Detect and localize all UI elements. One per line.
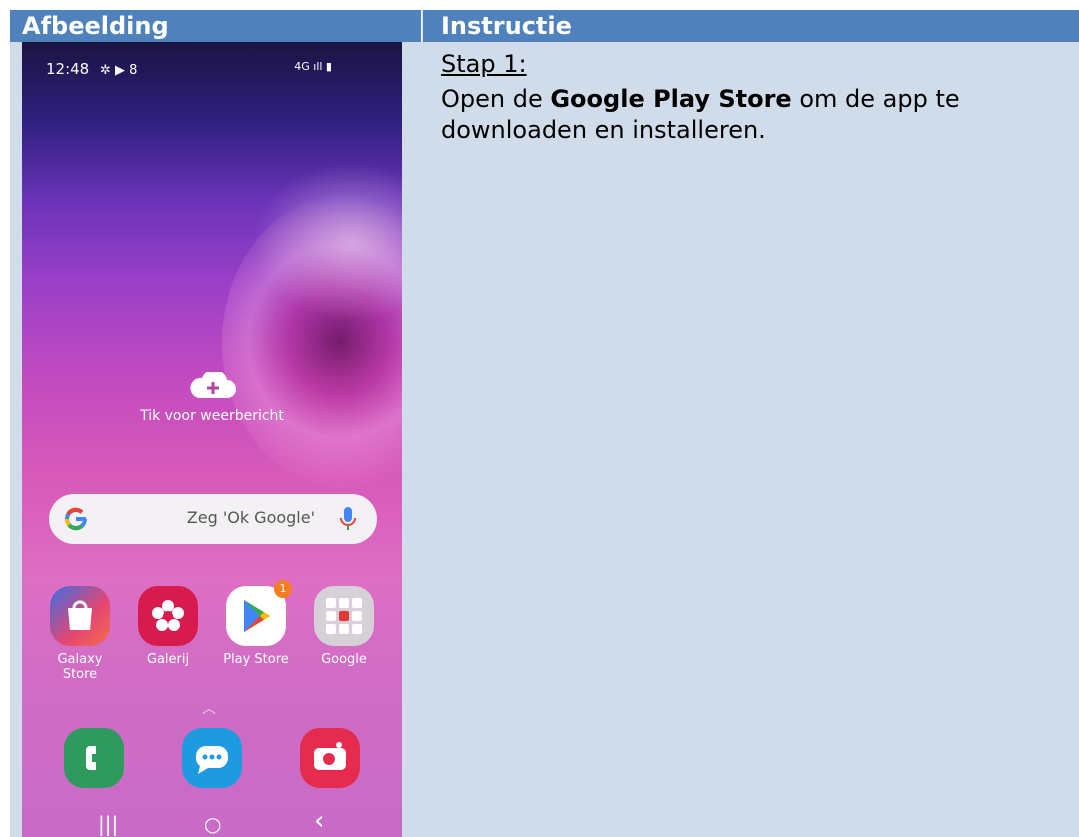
phone-screenshot: 12:48 ✲ ▶ 8 4G ıll ▮ Tik voor weerberich… xyxy=(22,42,402,837)
google-g-icon xyxy=(65,507,87,531)
app-label: Galaxy Store xyxy=(57,652,103,682)
notification-badge: 1 xyxy=(274,580,292,598)
messages-icon[interactable] xyxy=(182,728,242,788)
status-bar-left: 12:48 ✲ ▶ 8 xyxy=(46,60,137,78)
instruction-text: Open de Google Play Store om de app te d… xyxy=(441,84,1041,146)
nav-home-button[interactable]: ○ xyxy=(204,812,221,836)
status-icons-left: ✲ ▶ 8 xyxy=(100,63,138,78)
camera-icon[interactable] xyxy=(300,728,360,788)
galaxy-store-icon xyxy=(50,586,110,646)
gallery-icon xyxy=(138,586,198,646)
search-hint: Zeg 'Ok Google' xyxy=(186,508,315,527)
app-label: Google xyxy=(321,652,367,667)
status-time: 12:48 xyxy=(46,60,90,78)
app-google-folder[interactable]: Google xyxy=(304,586,384,667)
play-store-icon: 1 xyxy=(226,580,292,646)
nav-back-button[interactable]: ‹ xyxy=(314,806,324,836)
header-instruction: Instructie xyxy=(423,10,1079,42)
weather-label: Tik voor weerbericht xyxy=(140,408,284,424)
nav-recent-button[interactable]: ||| xyxy=(98,812,118,836)
google-search-bar[interactable]: Zeg 'Ok Google' xyxy=(49,494,377,544)
microphone-icon[interactable] xyxy=(339,506,357,532)
weather-widget[interactable]: Tik voor weerbericht xyxy=(22,372,402,424)
instruction-cell: Stap 1: Open de Google Play Store om de … xyxy=(423,42,1079,837)
app-label: Play Store xyxy=(223,652,289,667)
header-image: Afbeelding xyxy=(10,10,422,42)
instruction-text-start: Open de xyxy=(441,85,551,113)
app-play-store[interactable]: 1 Play Store xyxy=(216,580,296,667)
instruction-table: Afbeelding Instructie 12:48 ✲ ▶ 8 4G ıll… xyxy=(10,10,1079,837)
status-icons-right: 4G ıll ▮ xyxy=(294,60,332,73)
app-gallery[interactable]: Galerij xyxy=(128,586,208,667)
cloud-add-icon xyxy=(187,372,237,400)
app-label: Galerij xyxy=(146,652,190,667)
app-galaxy-store[interactable]: Galaxy Store xyxy=(40,586,120,682)
phone-icon[interactable] xyxy=(64,728,124,788)
image-cell: 12:48 ✲ ▶ 8 4G ıll ▮ Tik voor weerberich… xyxy=(10,42,422,837)
instruction-app-name: Google Play Store xyxy=(550,85,792,113)
app-drawer-chevron-icon[interactable]: ︿ xyxy=(202,698,216,718)
step-title: Stap 1: xyxy=(441,50,527,78)
google-folder-icon xyxy=(314,586,374,646)
